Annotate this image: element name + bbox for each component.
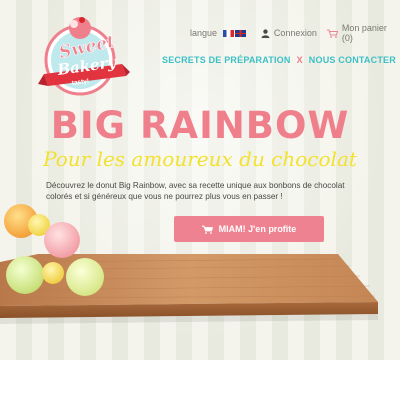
nav-item-contact[interactable]: NOUS CONTACTER (309, 55, 396, 65)
candy-pink (44, 222, 80, 258)
cart-icon[interactable] (326, 29, 338, 38)
main-nav: SECRETS DE PRÉPARATION X NOUS CONTACTER (162, 55, 396, 65)
nav-item-secrets[interactable]: SECRETS DE PRÉPARATION (162, 55, 291, 65)
user-icon[interactable] (261, 28, 270, 38)
miam-button-label: MIAM! J'en profite (218, 224, 297, 234)
nav-separator: X (296, 55, 303, 65)
login-link[interactable]: Connexion (274, 28, 317, 38)
cart-icon (201, 225, 213, 234)
hero-description: Découvrez le donut Big Rainbow, avec sa … (46, 181, 345, 201)
utility-bar: langue Connexion Mon panier (0) (190, 23, 400, 43)
miam-button[interactable]: MIAM! J'en profite (174, 216, 324, 242)
candy-yellow-small (42, 262, 64, 284)
flag-fr-icon[interactable] (223, 29, 234, 37)
candy-green (6, 256, 44, 294)
flag-en-icon[interactable] (234, 29, 246, 37)
cart-link[interactable]: Mon panier (0) (342, 23, 400, 43)
candy-lime (66, 258, 104, 296)
language-label: langue (190, 28, 218, 38)
hero-title: BIG RAINBOW (50, 104, 350, 147)
sweet-bakery-logo[interactable]: Sweet Bakery tasty! (36, 14, 132, 100)
hero-banner: Sweet Bakery tasty! langue Connexion Mon… (0, 0, 400, 360)
hero-subtitle: Pour les amoureux du chocolat (43, 147, 357, 171)
